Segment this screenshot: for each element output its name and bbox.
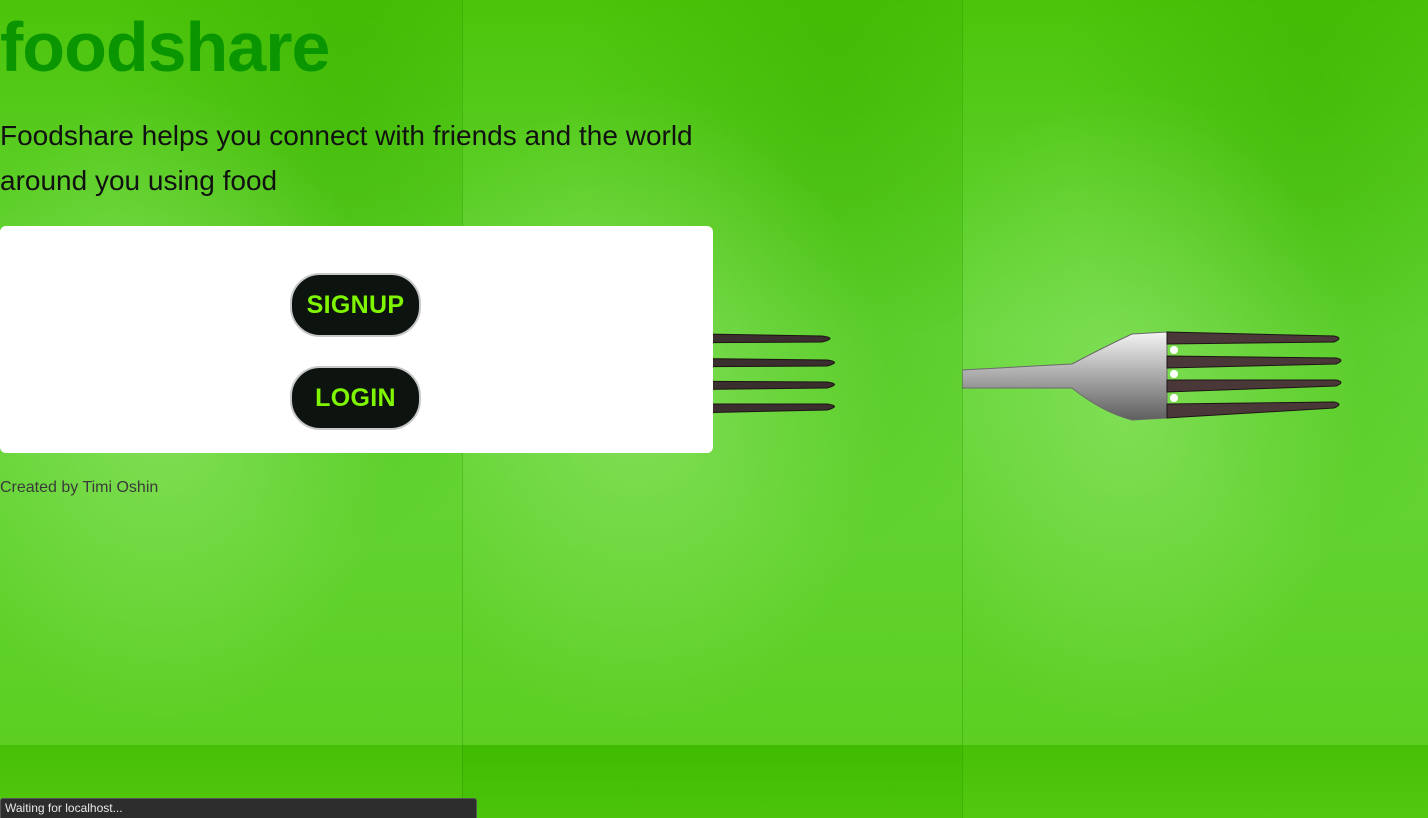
browser-status-bar: Waiting for localhost... xyxy=(0,798,477,818)
tile-seam xyxy=(962,0,963,818)
signup-button[interactable]: SIGNUP xyxy=(290,273,421,337)
tagline: Foodshare helps you connect with friends… xyxy=(0,120,693,196)
login-button[interactable]: LOGIN xyxy=(290,366,421,430)
brand-logo: foodshare xyxy=(0,8,330,86)
background-tile xyxy=(962,0,1428,745)
auth-card: SIGNUP LOGIN xyxy=(0,226,713,453)
fork-image xyxy=(962,331,1342,421)
background-tile xyxy=(462,745,962,818)
background-tile xyxy=(962,745,1428,818)
credit-text: Created by Timi Oshin xyxy=(0,479,159,496)
